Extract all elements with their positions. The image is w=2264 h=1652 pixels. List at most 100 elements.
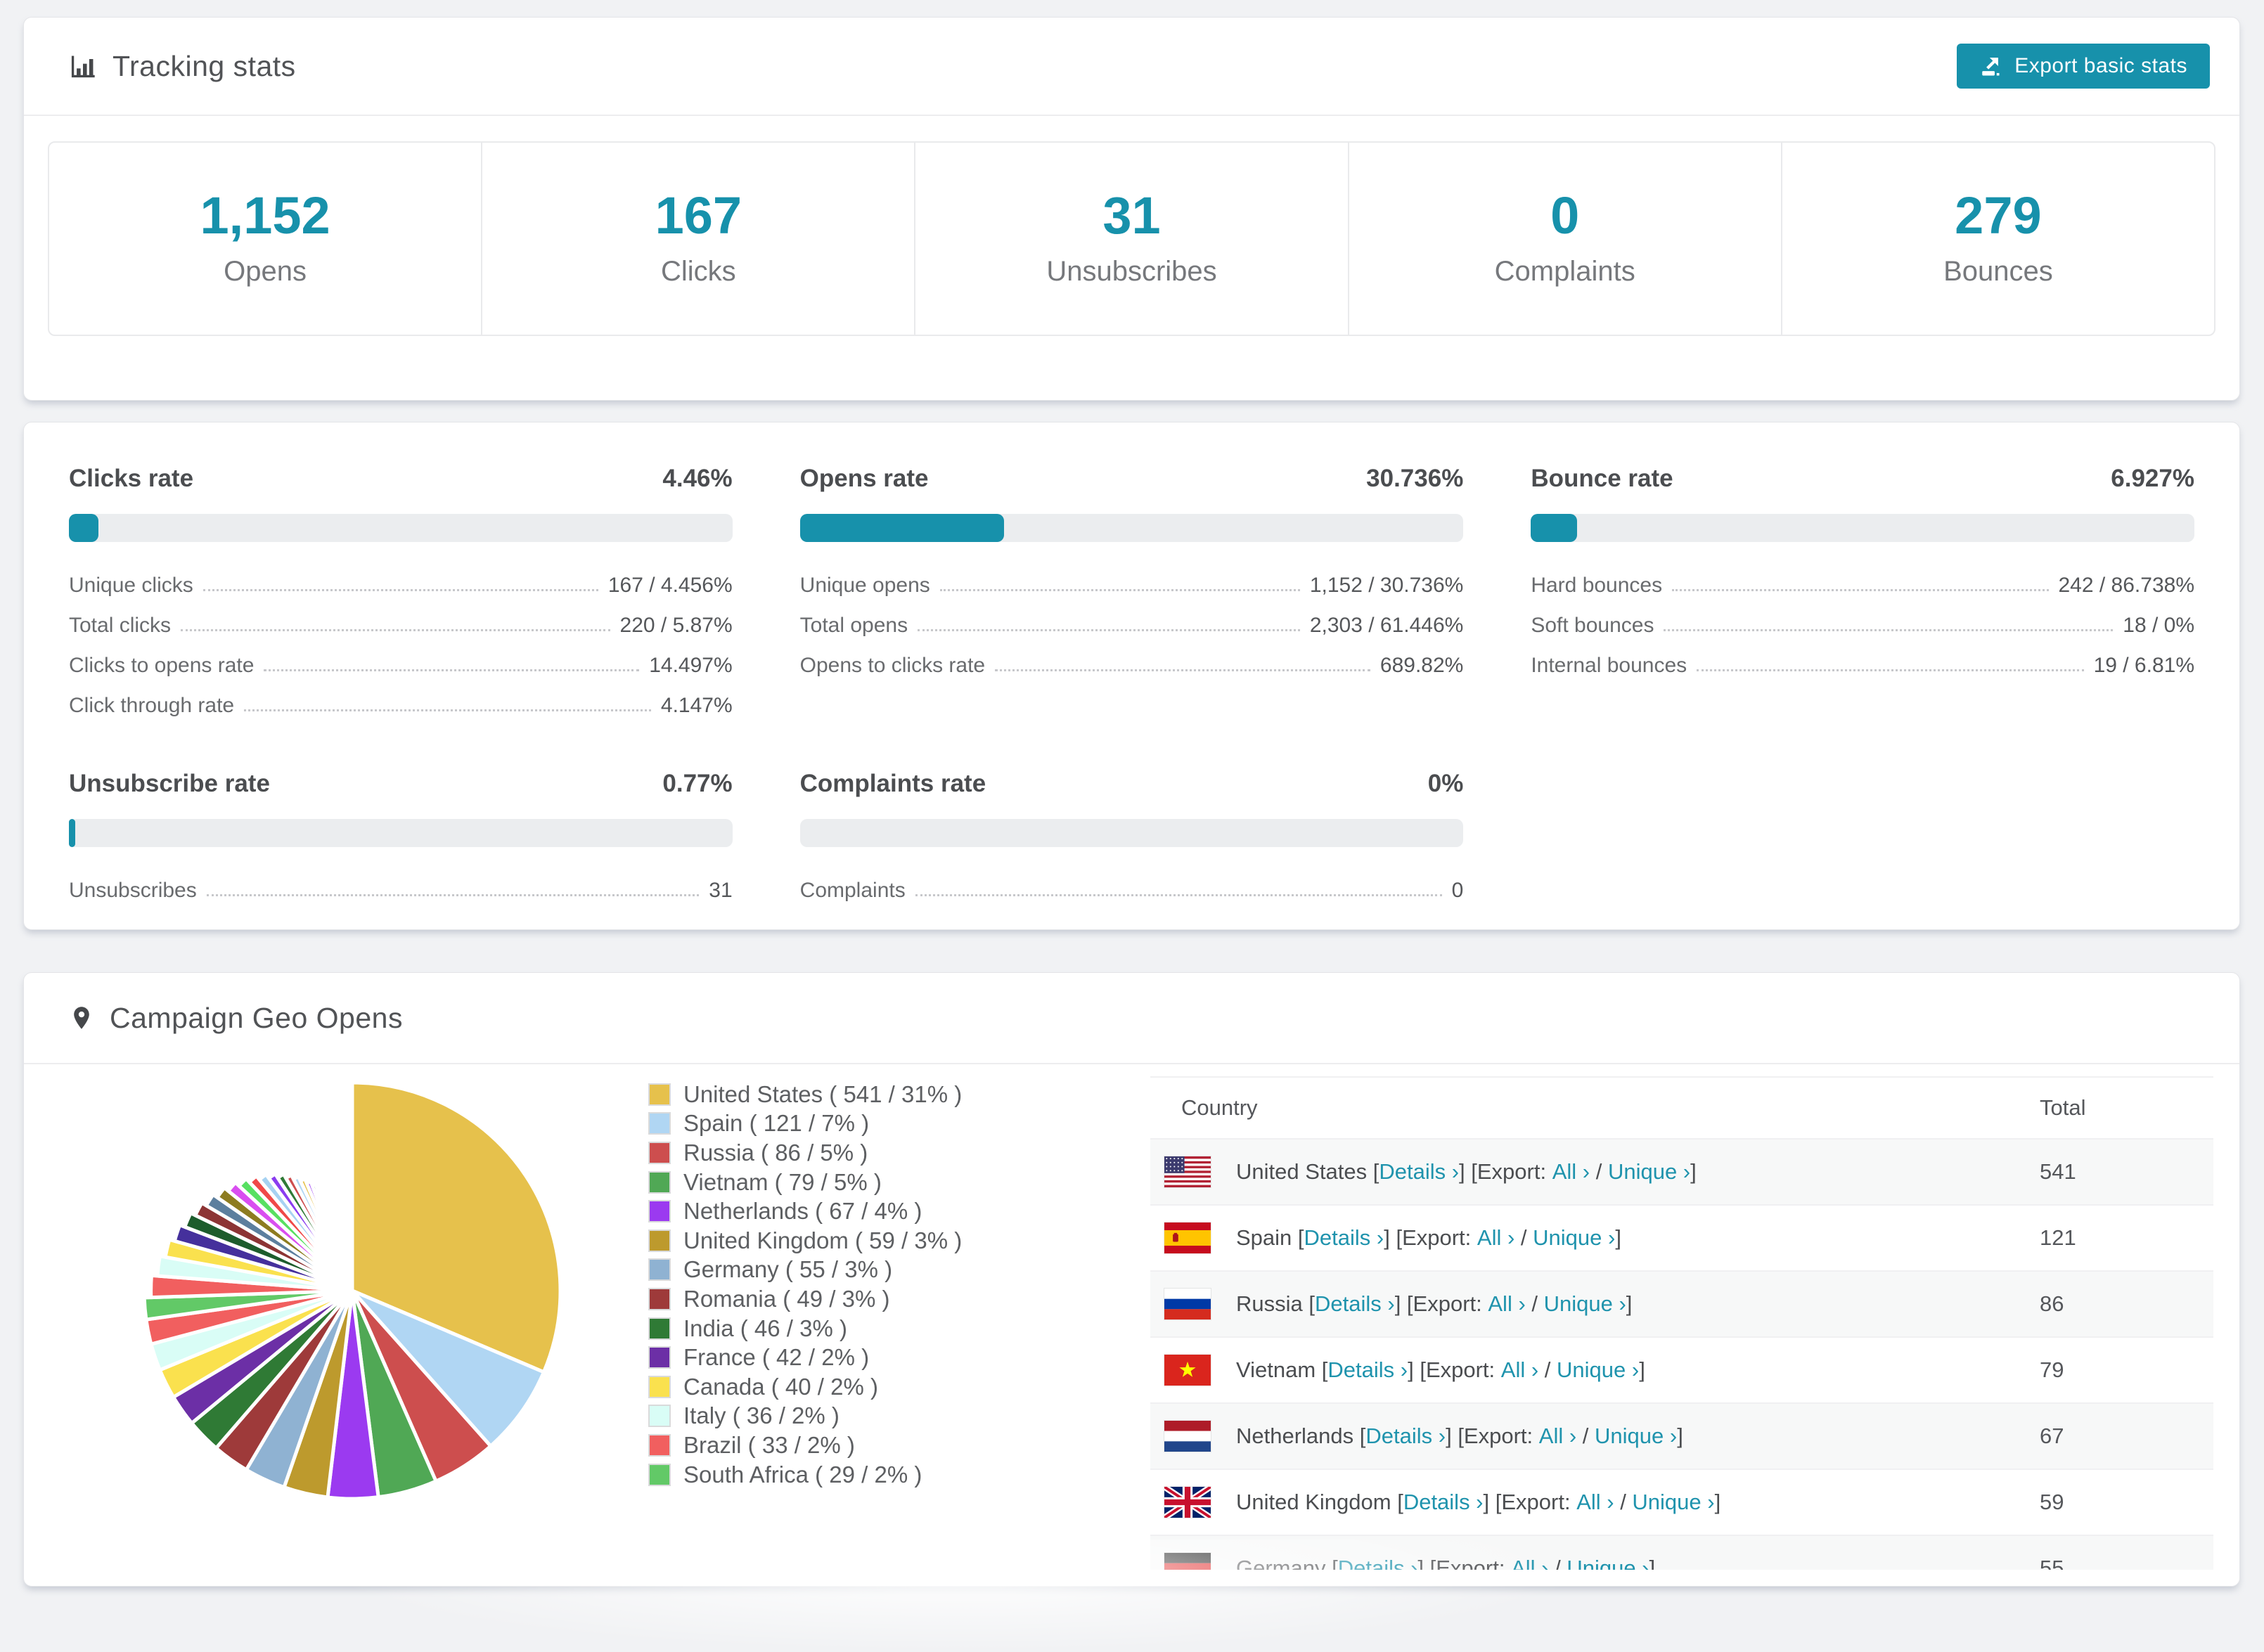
stat-cell-unsubscribes: 31 Unsubscribes (915, 143, 1349, 335)
export-all-link[interactable]: All › (1477, 1225, 1514, 1251)
geo-opens-card: Campaign Geo Opens United States ( 541 /… (23, 972, 2240, 1587)
export-unique-link[interactable]: Unique › (1608, 1159, 1690, 1185)
export-icon (1979, 54, 2003, 78)
legend-item-netherlands[interactable]: Netherlands ( 67 / 4% ) (648, 1196, 962, 1226)
progress-bar-fill (1531, 514, 1576, 542)
legend-item-south-africa[interactable]: South Africa ( 29 / 2% ) (648, 1460, 962, 1490)
stat-label: Unsubscribes (1046, 256, 1216, 288)
legend-item-canada[interactable]: Canada ( 40 / 2% ) (648, 1372, 962, 1402)
legend-swatch (648, 1112, 671, 1135)
details-link[interactable]: Details › (1365, 1424, 1446, 1449)
rate-value: 0.77% (662, 770, 732, 798)
table-row-es: Spain [Details ›] [Export: All › / Uniqu… (1150, 1204, 2213, 1270)
legend-label: United Kingdom ( 59 / 3% ) (683, 1227, 962, 1254)
stat-value: 167 (655, 190, 742, 242)
legend-item-france[interactable]: France ( 42 / 2% ) (648, 1343, 962, 1372)
export-all-link[interactable]: All › (1501, 1357, 1538, 1383)
legend-swatch (648, 1346, 671, 1369)
legend-label: Romania ( 49 / 3% ) (683, 1286, 889, 1312)
details-link[interactable]: Details › (1338, 1556, 1418, 1570)
export-all-link[interactable]: All › (1539, 1424, 1576, 1449)
export-unique-link[interactable]: Unique › (1544, 1291, 1626, 1317)
details-link[interactable]: Details › (1327, 1357, 1408, 1383)
progress-bar-track (69, 514, 733, 542)
bracket-text: ] (1677, 1424, 1683, 1449)
dotted-leader (1697, 669, 2083, 671)
detail-value: 0 (1452, 879, 1464, 903)
export-unique-link[interactable]: Unique › (1567, 1556, 1649, 1570)
geo-table: Country Total United States [Details ›] … (1150, 1076, 2213, 1570)
legend-item-vietnam[interactable]: Vietnam ( 79 / 5% ) (648, 1168, 962, 1197)
rate-title-row: Complaints rate0% (800, 770, 1464, 798)
legend-item-germany[interactable]: Germany ( 55 / 3% ) (648, 1256, 962, 1285)
legend-swatch (648, 1171, 671, 1194)
country-name: Netherlands (1236, 1424, 1353, 1449)
bracket-text: [ (1353, 1424, 1365, 1449)
column-header-total: Total (2040, 1095, 2085, 1121)
legend-item-united-states[interactable]: United States ( 541 / 31% ) (648, 1080, 962, 1109)
export-all-link[interactable]: All › (1488, 1291, 1525, 1317)
export-basic-stats-button[interactable]: Export basic stats (1957, 44, 2210, 89)
dotted-leader (203, 589, 598, 591)
legend-swatch (648, 1230, 671, 1252)
rate-title: Bounce rate (1531, 465, 1673, 493)
country-total: 55 (2040, 1556, 2064, 1570)
tracking-stats-title: Tracking stats (112, 50, 296, 83)
legend-swatch (648, 1405, 671, 1427)
export-all-link[interactable]: All › (1552, 1159, 1590, 1185)
legend-item-italy[interactable]: Italy ( 36 / 2% ) (648, 1402, 962, 1431)
progress-bar-track (1531, 514, 2194, 542)
details-link[interactable]: Details › (1403, 1490, 1484, 1515)
rate-value: 30.736% (1366, 465, 1463, 493)
rate-title: Opens rate (800, 465, 929, 493)
detail-label: Clicks to opens rate (69, 654, 254, 678)
export-unique-link[interactable]: Unique › (1533, 1225, 1615, 1251)
rate-value: 0% (1428, 770, 1464, 798)
legend-label: France ( 42 / 2% ) (683, 1344, 869, 1371)
bar-chart-icon (69, 52, 97, 80)
details-link[interactable]: Details › (1379, 1159, 1459, 1185)
bracket-text: [ (1303, 1291, 1315, 1317)
detail-value: 689.82% (1380, 654, 1463, 678)
flag-us-icon (1164, 1156, 1211, 1187)
bracket-text: ] [Export: (1384, 1225, 1477, 1251)
rate-title-row: Opens rate 30.736% (800, 465, 1464, 493)
flag-gb-icon (1164, 1487, 1211, 1518)
table-row-us: United States [Details ›] [Export: All ›… (1150, 1138, 2213, 1204)
rate-value: 4.46% (662, 465, 732, 493)
bracket-text: ] (1715, 1490, 1721, 1515)
export-unique-link[interactable]: Unique › (1557, 1357, 1639, 1383)
export-unique-link[interactable]: Unique › (1632, 1490, 1714, 1515)
legend-swatch (648, 1200, 671, 1222)
legend-item-romania[interactable]: Romania ( 49 / 3% ) (648, 1284, 962, 1314)
stat-value: 31 (1102, 190, 1160, 242)
rate-detail-row: Unique opens1,152 / 30.736% (800, 557, 1464, 598)
geo-opens-title: Campaign Geo Opens (110, 1002, 403, 1035)
bracket-text: / (1548, 1556, 1567, 1570)
legend-swatch (648, 1142, 671, 1164)
stat-cell-complaints: 0Complaints (1349, 143, 1782, 335)
export-unique-link[interactable]: Unique › (1595, 1424, 1677, 1449)
country-name: United Kingdom (1236, 1490, 1391, 1515)
legend-swatch (648, 1288, 671, 1310)
legend-label: United States ( 541 / 31% ) (683, 1081, 962, 1108)
rate-title-row: Bounce rate6.927% (1531, 465, 2194, 493)
legend-item-brazil[interactable]: Brazil ( 33 / 2% ) (648, 1431, 962, 1460)
detail-value: 242 / 86.738% (2059, 574, 2195, 598)
stat-cell-clicks: 167Clicks (482, 143, 915, 335)
legend-item-united-kingdom[interactable]: United Kingdom ( 59 / 3% ) (648, 1226, 962, 1256)
bracket-text: / (1538, 1357, 1557, 1383)
legend-item-russia[interactable]: Russia ( 86 / 5% ) (648, 1138, 962, 1168)
bracket-text: [ (1316, 1357, 1327, 1383)
dotted-leader (1664, 629, 2113, 631)
legend-item-india[interactable]: India ( 46 / 3% ) (648, 1314, 962, 1343)
export-all-link[interactable]: All › (1511, 1556, 1548, 1570)
legend-item-spain[interactable]: Spain ( 121 / 7% ) (648, 1109, 962, 1139)
geo-legend: United States ( 541 / 31% )Spain ( 121 /… (648, 1080, 962, 1489)
details-link[interactable]: Details › (1304, 1225, 1384, 1251)
legend-swatch (648, 1258, 671, 1281)
details-link[interactable]: Details › (1315, 1291, 1395, 1317)
legend-label: Vietnam ( 79 / 5% ) (683, 1169, 882, 1196)
rate-detail-rows: Hard bounces242 / 86.738%Soft bounces18 … (1531, 557, 2194, 678)
export-all-link[interactable]: All › (1576, 1490, 1614, 1515)
